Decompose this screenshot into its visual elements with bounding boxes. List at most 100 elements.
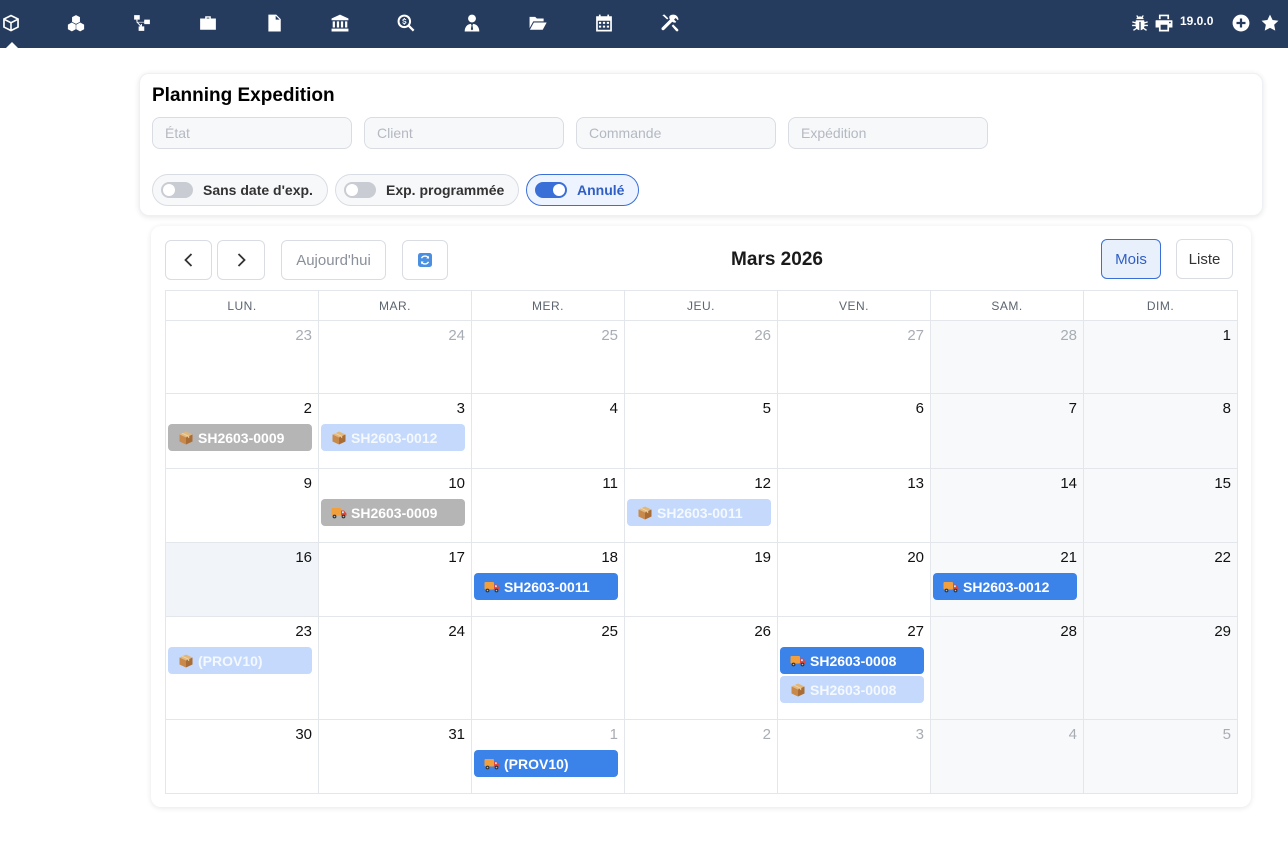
shipment-event[interactable]: SH2603-0008 (780, 647, 924, 674)
calendar-day-cell[interactable]: 10 SH2603-0009 (319, 469, 472, 542)
day-number[interactable]: 20 (780, 550, 924, 570)
calendar-day-cell[interactable]: 23 (PROV10) (166, 617, 319, 719)
day-number[interactable]: 26 (627, 328, 771, 348)
calendar-day-cell[interactable]: 25 (472, 617, 625, 719)
day-number[interactable]: 5 (627, 401, 771, 421)
calendar-day-cell[interactable]: 2 (625, 720, 778, 793)
calendar-day-cell[interactable]: 7 (931, 394, 1084, 468)
day-number[interactable]: 23 (168, 328, 312, 348)
day-number[interactable]: 25 (474, 624, 618, 644)
star-icon[interactable] (1259, 12, 1281, 34)
day-number[interactable]: 4 (474, 401, 618, 421)
print-icon[interactable] (1153, 12, 1175, 34)
calendar-day-cell[interactable]: 4 (931, 720, 1084, 793)
day-number[interactable]: 3 (780, 727, 924, 747)
day-number[interactable]: 12 (627, 476, 771, 496)
calendar-day-cell[interactable]: 5 (625, 394, 778, 468)
day-number[interactable]: 7 (933, 401, 1077, 421)
day-number[interactable]: 28 (933, 328, 1077, 348)
calendar-day-cell[interactable]: 5 (1084, 720, 1237, 793)
tools-icon[interactable] (659, 12, 681, 34)
calendar-day-cell[interactable]: 23 (166, 321, 319, 393)
day-number[interactable]: 9 (168, 476, 312, 496)
day-number[interactable]: 30 (168, 727, 312, 747)
day-number[interactable]: 18 (474, 550, 618, 570)
day-number[interactable]: 31 (321, 727, 465, 747)
day-number[interactable]: 19 (627, 550, 771, 570)
day-number[interactable]: 27 (780, 328, 924, 348)
plus-circle-icon[interactable] (1230, 12, 1252, 34)
shipment-filter-input[interactable] (788, 117, 988, 149)
state-filter-input[interactable] (152, 117, 352, 149)
order-filter-input[interactable] (576, 117, 776, 149)
day-number[interactable]: 14 (933, 476, 1077, 496)
calendar-day-cell[interactable]: 18 SH2603-0011 (472, 543, 625, 616)
calendar-day-cell[interactable]: 11 (472, 469, 625, 542)
calendar-day-cell[interactable]: 27 SH2603-0008 SH2603-0008 (778, 617, 931, 719)
shipment-event[interactable]: SH2603-0011 (627, 499, 771, 526)
bug-icon[interactable] (1129, 12, 1151, 34)
briefcase-icon[interactable] (197, 12, 219, 34)
shipment-event[interactable]: (PROV10) (474, 750, 618, 777)
user-tie-icon[interactable] (461, 12, 483, 34)
day-number[interactable]: 29 (1086, 624, 1231, 644)
day-number[interactable]: 5 (1086, 727, 1231, 747)
shipment-event[interactable]: SH2603-0011 (474, 573, 618, 600)
calendar-day-cell[interactable]: 30 (166, 720, 319, 793)
calendar-day-cell[interactable]: 9 (166, 469, 319, 542)
calendar-day-cell[interactable]: 21 SH2603-0012 (931, 543, 1084, 616)
day-number[interactable]: 6 (780, 401, 924, 421)
shipment-event[interactable]: SH2603-0009 (321, 499, 465, 526)
folder-open-icon[interactable] (527, 12, 549, 34)
shipment-event[interactable]: SH2603-0012 (321, 424, 465, 451)
day-number[interactable]: 25 (474, 328, 618, 348)
day-number[interactable]: 2 (168, 401, 312, 421)
calendar-day-cell[interactable]: 24 (319, 321, 472, 393)
day-number[interactable]: 1 (1086, 328, 1231, 348)
shipment-event[interactable]: (PROV10) (168, 647, 312, 674)
calendar-day-cell[interactable]: 19 (625, 543, 778, 616)
day-number[interactable]: 24 (321, 328, 465, 348)
calendar-icon[interactable] (593, 12, 615, 34)
calendar-day-cell[interactable]: 17 (319, 543, 472, 616)
calendar-day-cell[interactable]: 20 (778, 543, 931, 616)
day-number[interactable]: 17 (321, 550, 465, 570)
day-number[interactable]: 13 (780, 476, 924, 496)
calendar-day-cell[interactable]: 29 (1084, 617, 1237, 719)
calendar-day-cell[interactable]: 3 SH2603-0012 (319, 394, 472, 468)
prev-month-button[interactable] (165, 240, 212, 280)
list-view-button[interactable]: Liste (1176, 239, 1233, 279)
calendar-day-cell[interactable]: 12 SH2603-0011 (625, 469, 778, 542)
day-number[interactable]: 28 (933, 624, 1077, 644)
calendar-day-cell[interactable]: 26 (625, 321, 778, 393)
day-number[interactable]: 15 (1086, 476, 1231, 496)
calendar-day-cell[interactable]: 28 (931, 617, 1084, 719)
day-number[interactable]: 21 (933, 550, 1077, 570)
day-number[interactable]: 2 (627, 727, 771, 747)
calendar-day-cell[interactable]: 15 (1084, 469, 1237, 542)
day-number[interactable]: 10 (321, 476, 465, 496)
bank-icon[interactable] (329, 12, 351, 34)
day-number[interactable]: 26 (627, 624, 771, 644)
sitemap-icon[interactable] (131, 12, 153, 34)
calendar-day-cell[interactable]: 28 (931, 321, 1084, 393)
calendar-day-cell[interactable]: 1 (1084, 321, 1237, 393)
cube-icon[interactable] (0, 12, 22, 34)
calendar-day-cell[interactable]: 24 (319, 617, 472, 719)
next-month-button[interactable] (217, 240, 265, 280)
day-number[interactable]: 27 (780, 624, 924, 644)
day-number[interactable]: 16 (168, 550, 312, 570)
client-filter-input[interactable] (364, 117, 564, 149)
calendar-day-cell[interactable]: 1 (PROV10) (472, 720, 625, 793)
day-number[interactable]: 22 (1086, 550, 1231, 570)
day-number[interactable]: 11 (474, 476, 618, 496)
day-number[interactable]: 3 (321, 401, 465, 421)
day-number[interactable]: 24 (321, 624, 465, 644)
calendar-day-cell[interactable]: 31 (319, 720, 472, 793)
calendar-day-cell[interactable]: 8 (1084, 394, 1237, 468)
shipment-event[interactable]: SH2603-0009 (168, 424, 312, 451)
calendar-day-cell[interactable]: 4 (472, 394, 625, 468)
calendar-day-cell[interactable]: 25 (472, 321, 625, 393)
month-view-button[interactable]: Mois (1101, 239, 1161, 279)
calendar-day-cell[interactable]: 27 (778, 321, 931, 393)
